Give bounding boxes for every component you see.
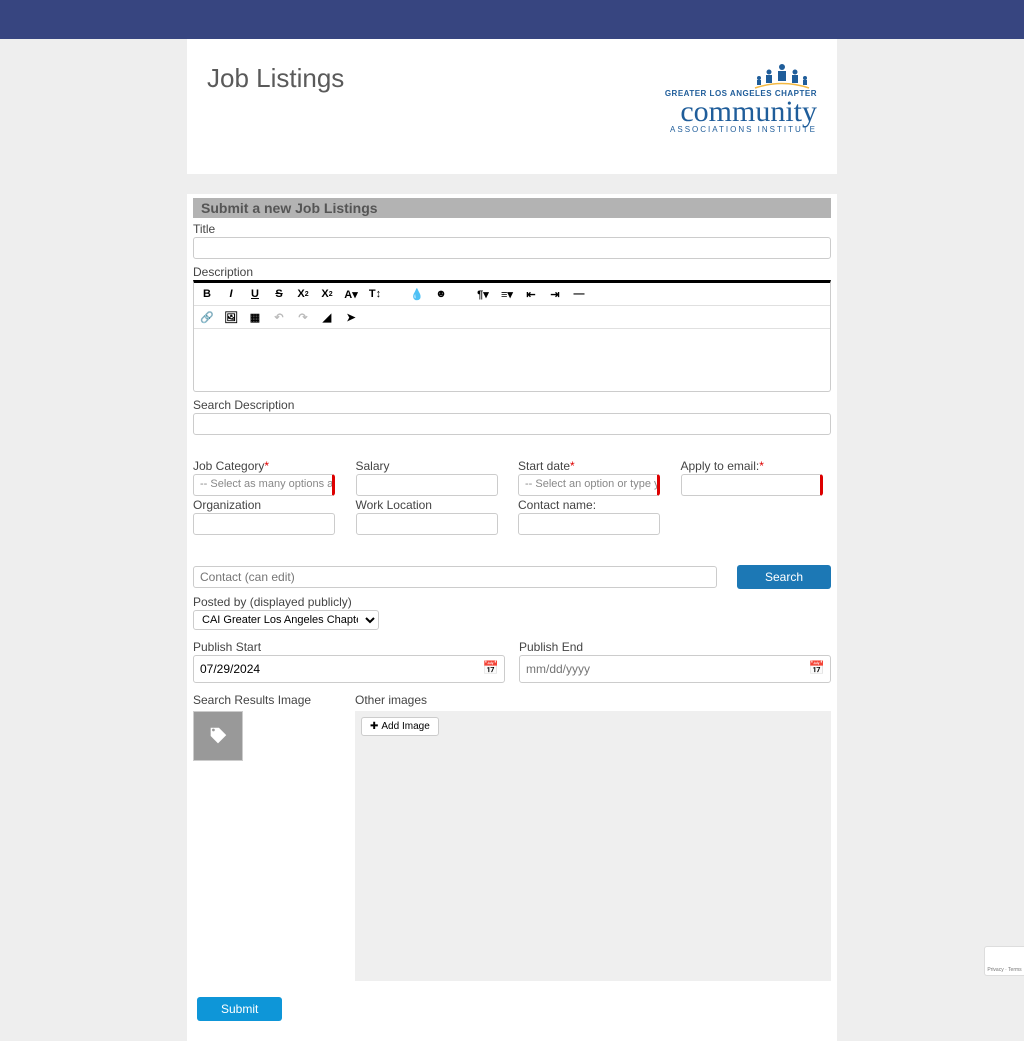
subscript-icon[interactable]: X2 xyxy=(296,287,310,301)
outdent-icon[interactable]: ⇤ xyxy=(524,287,538,301)
apply-email-input[interactable] xyxy=(681,474,823,496)
search-description-input[interactable] xyxy=(193,413,831,435)
main-container: Job Listings GREATER LOS ANGELES CHAPTER… xyxy=(187,39,837,174)
contact-name-label: Contact name: xyxy=(518,498,669,512)
other-images-dropzone[interactable]: ✚ Add Image xyxy=(355,711,831,981)
editor-toolbar-1: B I U S X2 X2 A▾ T↕ 💧 ☻ ¶▾ ≡▾ ⇤ ⇥ — xyxy=(194,283,830,306)
logo: GREATER LOS ANGELES CHAPTER community AS… xyxy=(665,63,817,134)
other-images-label: Other images xyxy=(355,693,831,707)
publish-end-input[interactable] xyxy=(519,655,831,683)
table-icon[interactable]: ▦ xyxy=(248,310,262,324)
description-label: Description xyxy=(193,265,831,279)
editor-toolbar-2: 🔗 🖼 ▦ ↶ ↷ ◢ ➤ xyxy=(194,306,830,329)
salary-label: Salary xyxy=(356,459,507,473)
superscript-icon[interactable]: X2 xyxy=(320,287,334,301)
salary-input[interactable] xyxy=(356,474,498,496)
align-icon[interactable]: ≡▾ xyxy=(500,287,514,301)
title-input[interactable] xyxy=(193,237,831,259)
publish-start-input[interactable] xyxy=(193,655,505,683)
italic-icon[interactable]: I xyxy=(224,287,238,301)
bold-icon[interactable]: B xyxy=(200,287,214,301)
organization-label: Organization xyxy=(193,498,344,512)
organization-input[interactable] xyxy=(193,513,335,535)
description-textarea[interactable] xyxy=(194,329,830,391)
underline-icon[interactable]: U xyxy=(248,287,262,301)
hr-icon[interactable]: — xyxy=(572,287,586,301)
title-label: Title xyxy=(193,222,831,236)
work-location-label: Work Location xyxy=(356,498,507,512)
add-image-label: Add Image xyxy=(381,721,429,732)
add-image-button[interactable]: ✚ Add Image xyxy=(361,717,439,736)
publish-end-label: Publish End xyxy=(519,640,831,654)
search-description-label: Search Description xyxy=(193,398,831,412)
indent-icon[interactable]: ⇥ xyxy=(548,287,562,301)
strike-icon[interactable]: S xyxy=(272,287,286,301)
job-category-label: Job Category* xyxy=(193,459,344,473)
search-results-image-placeholder[interactable] xyxy=(193,711,243,761)
paragraph-icon[interactable]: ¶▾ xyxy=(476,287,490,301)
font-size-icon[interactable]: A▾ xyxy=(344,287,358,301)
logo-sub: ASSOCIATIONS INSTITUTE xyxy=(665,125,817,134)
tag-icon xyxy=(207,725,229,747)
image-icon[interactable]: 🖼 xyxy=(224,310,238,324)
header: Job Listings GREATER LOS ANGELES CHAPTER… xyxy=(187,39,837,174)
contact-search-input[interactable] xyxy=(193,566,717,588)
posted-by-select[interactable]: CAI Greater Los Angeles Chapter xyxy=(193,610,379,630)
start-date-label: Start date* xyxy=(518,459,669,473)
paint-icon[interactable]: 💧 xyxy=(410,287,424,301)
work-location-input[interactable] xyxy=(356,513,498,535)
section-title: Submit a new Job Listings xyxy=(193,198,831,218)
search-results-image-label: Search Results Image xyxy=(193,693,343,707)
calendar-icon[interactable]: 📅 xyxy=(483,660,499,676)
link-icon[interactable]: 🔗 xyxy=(200,310,214,324)
recaptcha-badge: Privacy · Terms xyxy=(984,946,1024,976)
plus-icon: ✚ xyxy=(370,721,378,732)
undo-icon[interactable]: ↶ xyxy=(272,310,286,324)
form-container: Submit a new Job Listings Title Descript… xyxy=(187,194,837,1041)
rich-text-editor: B I U S X2 X2 A▾ T↕ 💧 ☻ ¶▾ ≡▾ ⇤ ⇥ — 🔗 xyxy=(193,280,831,392)
search-button[interactable]: Search xyxy=(737,565,831,589)
logo-main: community xyxy=(665,98,817,125)
eraser-icon[interactable]: ◢ xyxy=(320,310,334,324)
submit-button[interactable]: Submit xyxy=(197,997,282,1021)
page-title: Job Listings xyxy=(207,63,344,94)
calendar-icon[interactable]: 📅 xyxy=(809,660,825,676)
redo-icon[interactable]: ↷ xyxy=(296,310,310,324)
cursor-icon[interactable]: ➤ xyxy=(344,310,358,324)
emoji-icon[interactable]: ☻ xyxy=(434,287,448,301)
contact-name-input[interactable] xyxy=(518,513,660,535)
top-nav-bar xyxy=(0,0,1024,39)
publish-start-label: Publish Start xyxy=(193,640,505,654)
posted-by-label: Posted by (displayed publicly) xyxy=(193,595,831,609)
apply-email-label: Apply to email:* xyxy=(681,459,832,473)
start-date-select[interactable]: -- Select an option or type your xyxy=(518,474,660,496)
job-category-select[interactable]: -- Select as many options as apply xyxy=(193,474,335,496)
community-people-icon xyxy=(747,63,817,89)
text-height-icon[interactable]: T↕ xyxy=(368,287,382,301)
